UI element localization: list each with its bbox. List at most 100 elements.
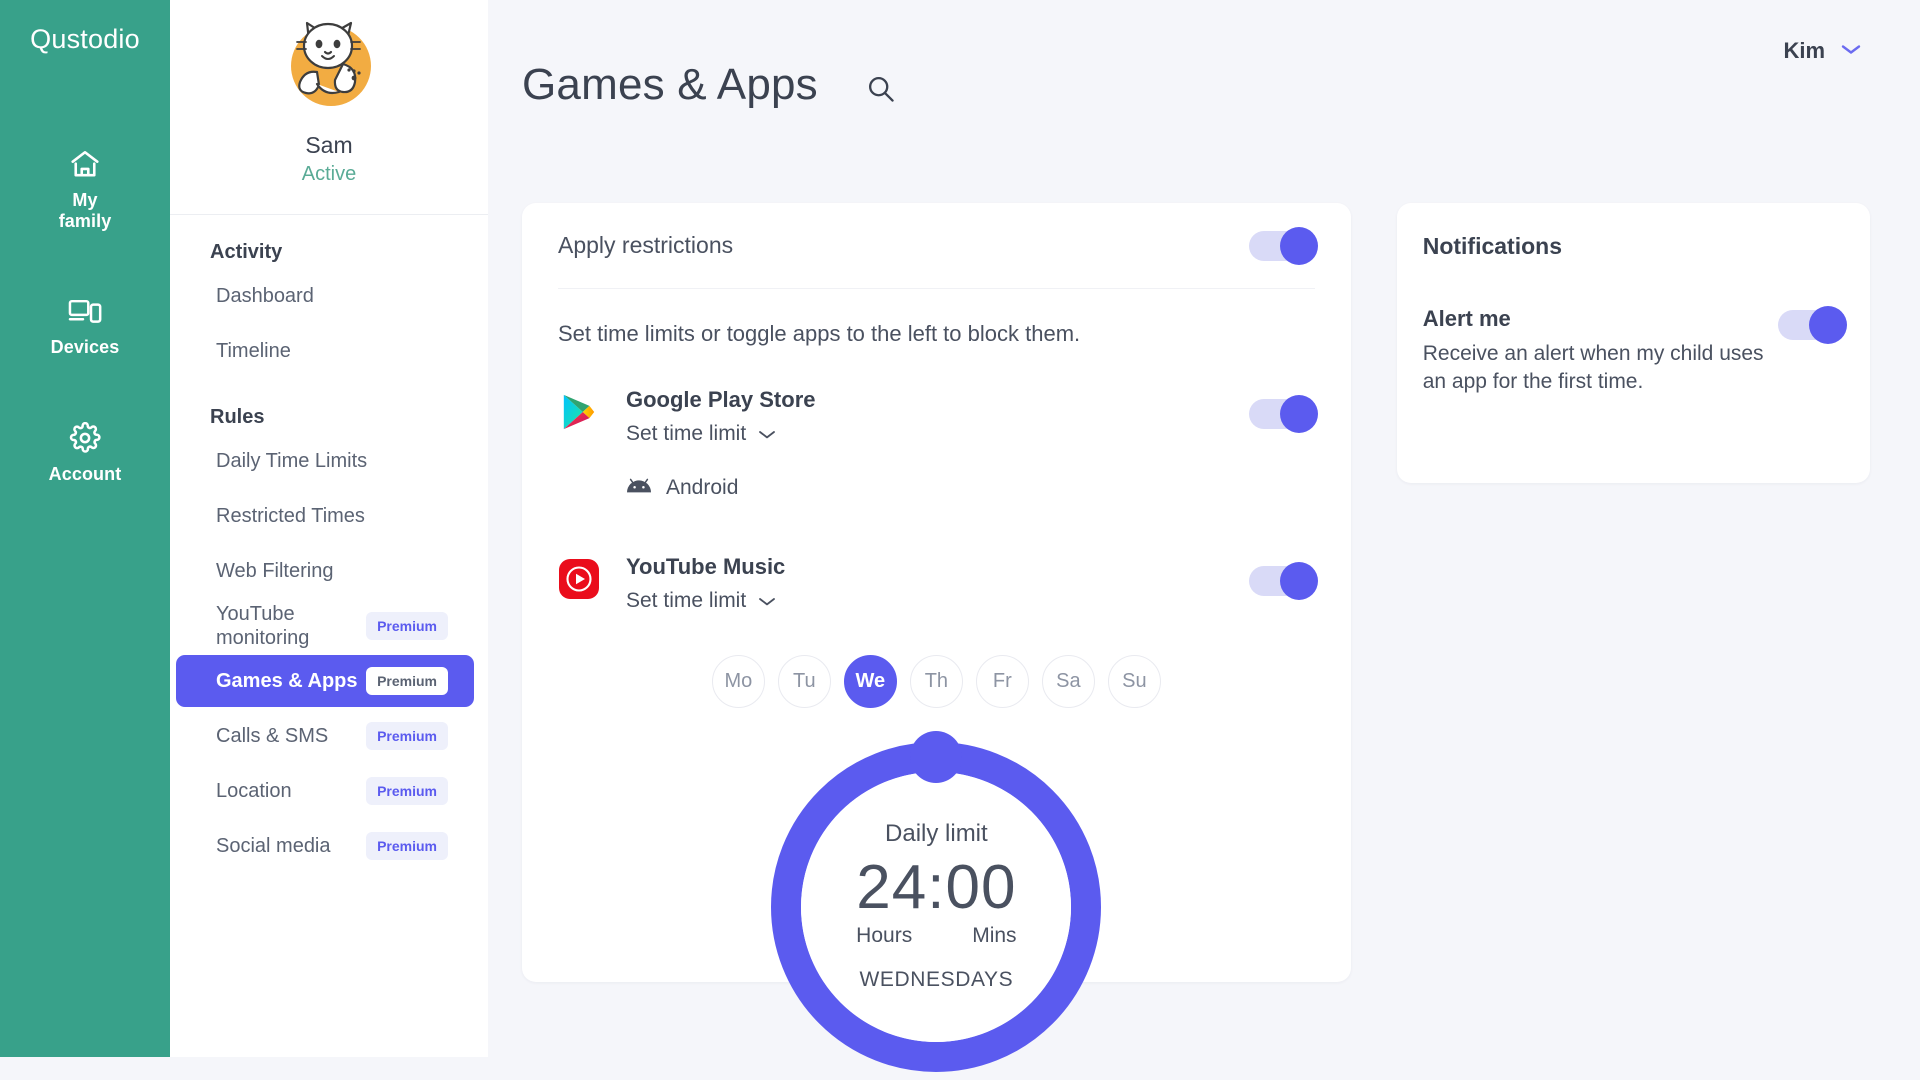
home-icon xyxy=(68,147,102,181)
dial-caption: Daily limit xyxy=(885,820,988,847)
child-profile[interactable]: Sam Active xyxy=(170,0,488,186)
apply-restrictions-row: Apply restrictions xyxy=(558,203,1318,289)
sidebar-item-label: Timeline xyxy=(216,339,291,362)
alert-me-title: Alert me xyxy=(1422,306,1511,331)
premium-badge: Premium xyxy=(366,832,448,860)
sidebar-item-label: Social media xyxy=(216,834,331,857)
toggle-knob xyxy=(1279,395,1318,433)
chevron-down-icon xyxy=(758,422,776,446)
sidebar-item-timeline[interactable]: Timeline xyxy=(176,325,474,377)
sidebar-item-daily-time-limits[interactable]: Daily Time Limits xyxy=(176,435,474,487)
sidebar-list-activity: Dashboard Timeline xyxy=(170,270,488,377)
search-icon[interactable] xyxy=(866,66,896,104)
premium-badge: Premium xyxy=(366,667,448,695)
rail-item-devices[interactable]: Devices xyxy=(0,294,170,358)
dial-value: 24:00 xyxy=(856,853,1017,922)
sidebar-item-calls-and-sms[interactable]: Calls & SMS Premium xyxy=(176,710,474,762)
games-apps-card: Apply restrictions Set time limits or to… xyxy=(522,203,1351,1072)
gear-icon xyxy=(69,421,101,455)
cat-avatar xyxy=(273,10,385,122)
apply-restrictions-toggle[interactable] xyxy=(1248,226,1318,265)
set-time-limit-label: Set time limit xyxy=(626,422,747,445)
user-menu-name: Kim xyxy=(1783,38,1825,63)
rail-item-account[interactable]: Account xyxy=(0,421,170,485)
day-pill-tu[interactable]: Tu xyxy=(777,655,831,708)
sidebar-item-dashboard[interactable]: Dashboard xyxy=(176,270,474,322)
toggle-knob xyxy=(1809,306,1847,344)
alert-me-toggle[interactable] xyxy=(1778,306,1847,344)
rail-item-my-family[interactable]: My family xyxy=(0,147,170,232)
set-time-limit-dropdown[interactable]: Set time limit xyxy=(626,589,776,613)
google-play-icon xyxy=(558,391,600,433)
rail-nav-list: My family Devices Account xyxy=(0,147,170,485)
qustodio-logo: Qustodio xyxy=(30,24,140,54)
dial-handle[interactable] xyxy=(910,731,963,783)
notifications-card: Notifications Alert me Receive an alert … xyxy=(1396,203,1870,483)
app-toggle-youtube-music[interactable] xyxy=(1248,562,1318,600)
app-meta: YouTube Music Set time limit xyxy=(626,554,1249,613)
dial-units: Hours Mins xyxy=(856,924,1016,948)
dial-inner: Daily limit 24:00 Hours Mins WEDNESDAYS xyxy=(801,772,1072,1042)
premium-badge: Premium xyxy=(366,722,448,750)
sidebar-item-games-and-apps[interactable]: Games & Apps Premium xyxy=(176,655,474,707)
helper-text: Set time limits or toggle apps to the le… xyxy=(558,321,1081,346)
main-content: Kim Games & Apps Apply restrictions Set … xyxy=(488,0,1920,1080)
day-picker: Mo Tu We Th Fr Sa Su xyxy=(558,655,1315,708)
day-pill-mo[interactable]: Mo xyxy=(711,655,765,708)
rail-item-label: Account xyxy=(48,463,122,484)
app-name: YouTube Music xyxy=(626,554,786,579)
set-time-limit-dropdown[interactable]: Set time limit xyxy=(626,422,776,446)
profile-status: Active xyxy=(301,163,357,185)
dial-day-label: WEDNESDAYS xyxy=(859,968,1014,992)
app-root: Qustodio My family Devices Account Sam A… xyxy=(0,0,1920,1080)
chevron-down-icon xyxy=(1840,42,1862,61)
app-name: Google Play Store xyxy=(626,387,816,412)
sidebar-section-title-rules: Rules xyxy=(210,406,265,428)
day-pill-fr[interactable]: Fr xyxy=(975,655,1029,708)
apply-restrictions-label: Apply restrictions xyxy=(558,232,734,258)
daily-limit-dial-wrap: Daily limit 24:00 Hours Mins WEDNESDAYS xyxy=(558,731,1315,1072)
youtube-music-icon xyxy=(558,558,600,600)
page-header: Games & Apps xyxy=(522,60,1242,110)
sidebar-item-social-media[interactable]: Social media Premium xyxy=(176,820,474,872)
sidebar-item-location[interactable]: Location Premium xyxy=(176,765,474,817)
sidebar-item-label: Location xyxy=(216,779,292,802)
day-pill-su[interactable]: Su xyxy=(1107,655,1161,708)
android-icon xyxy=(626,476,652,500)
devices-icon xyxy=(68,294,102,328)
sidebar-item-label: Restricted Times xyxy=(216,504,365,527)
day-pill-th[interactable]: Th xyxy=(909,655,963,708)
sidebar-item-label: Dashboard xyxy=(216,284,314,307)
notifications-title: Notifications xyxy=(1422,233,1562,259)
sidebar-item-label: Games & Apps xyxy=(216,669,358,692)
user-menu[interactable]: Kim xyxy=(1783,38,1862,64)
premium-badge: Premium xyxy=(366,612,448,640)
app-row-youtube-music: YouTube Music Set time limit xyxy=(558,554,1318,613)
primary-nav-rail: Qustodio My family Devices Account xyxy=(0,0,170,1057)
toggle-knob xyxy=(1279,562,1318,600)
page-title: Games & Apps xyxy=(522,60,818,109)
day-pill-we[interactable]: We xyxy=(843,655,897,708)
sidebar-list-rules: Daily Time Limits Restricted Times Web F… xyxy=(170,435,488,872)
chevron-down-icon xyxy=(758,589,776,613)
premium-badge: Premium xyxy=(366,777,448,805)
sidebar-item-youtube-monitoring[interactable]: YouTube monitoring Premium xyxy=(176,600,474,652)
rail-label-line1: My xyxy=(72,190,98,210)
sidebar-section-title-activity: Activity xyxy=(210,241,283,263)
sidebar-item-restricted-times[interactable]: Restricted Times xyxy=(176,490,474,542)
dial-unit-hours: Hours xyxy=(856,924,913,948)
day-pill-sa[interactable]: Sa xyxy=(1041,655,1095,708)
sidebar-item-label: YouTube monitoring xyxy=(216,602,310,649)
sidebar-item-label: Calls & SMS xyxy=(216,724,329,747)
rail-item-label: My family xyxy=(59,190,112,232)
alert-me-row: Alert me Receive an alert when my child … xyxy=(1423,306,1847,397)
app-row-google-play-store: Google Play Store Set time limit xyxy=(558,387,1318,446)
daily-limit-dial[interactable]: Daily limit 24:00 Hours Mins WEDNESDAYS xyxy=(771,731,1102,1072)
sidebar-item-label: Daily Time Limits xyxy=(216,449,368,472)
app-toggle-google-play-store[interactable] xyxy=(1248,395,1318,433)
sidebar-item-label: Web Filtering xyxy=(216,559,334,582)
cards-row: Apply restrictions Set time limits or to… xyxy=(522,203,1870,1072)
sidebar-item-web-filtering[interactable]: Web Filtering xyxy=(176,545,474,597)
alert-me-text: Alert me Receive an alert when my child … xyxy=(1423,306,1773,397)
rail-label-line2: family xyxy=(58,211,112,232)
